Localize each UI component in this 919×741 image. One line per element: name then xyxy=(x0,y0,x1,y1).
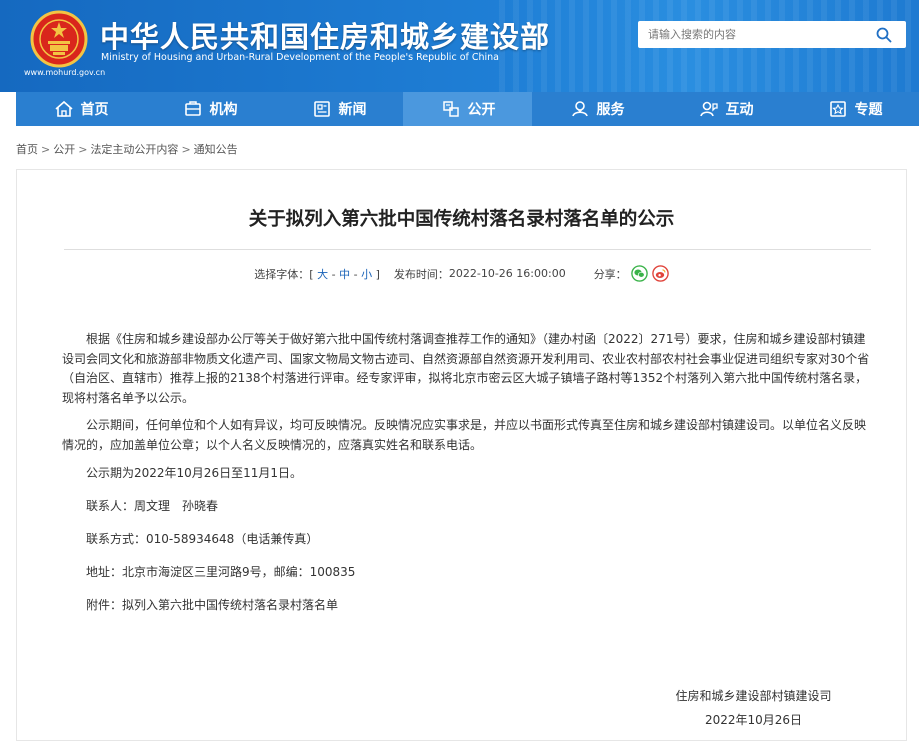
font-dash: - xyxy=(331,267,336,281)
paragraph: 联系方式：010-58934648（电话兼传真） xyxy=(86,531,319,546)
paragraph: 地址：北京市海淀区三里河路9号，邮编：100835 xyxy=(86,565,356,580)
breadcrumb-notices[interactable]: 通知公告 xyxy=(194,143,238,156)
paragraph: 联系人：周文理 孙晓春 xyxy=(86,498,219,513)
share-label: 分享： xyxy=(593,267,627,281)
search-icon xyxy=(876,27,892,42)
font-dash: - xyxy=(353,267,358,281)
nav-item-topics[interactable]: 专题 xyxy=(790,92,919,126)
breadcrumb-statutory[interactable]: 法定主动公开内容 xyxy=(90,143,178,156)
search-button[interactable] xyxy=(862,21,906,48)
main-nav: 首页 机构 新闻 公开 服务 互动 专题 xyxy=(16,92,919,126)
disclosure-icon xyxy=(442,101,459,117)
breadcrumb-disclosure[interactable]: 公开 xyxy=(53,143,75,156)
service-icon xyxy=(571,101,588,117)
site-title: 中华人民共和国住房和城乡建设部 xyxy=(100,20,551,54)
paragraph: 公示期间，任何单位和个人如有异议，均可反映情况。反映情况应实事求是，并应以书面形… xyxy=(62,418,867,452)
site-url[interactable]: www.mohurd.gov.cn xyxy=(24,68,105,77)
nav-label: 互动 xyxy=(725,102,754,118)
nav-item-news[interactable]: 新闻 xyxy=(274,92,403,126)
topics-icon xyxy=(829,101,846,117)
nav-label: 公开 xyxy=(467,102,496,118)
search-box xyxy=(638,21,906,48)
nav-item-organization[interactable]: 机构 xyxy=(145,92,274,126)
signature-org: 住房和城乡建设部村镇建设司 xyxy=(675,689,832,703)
article-content: 根据《住房和城乡建设部办公厅等关于做好第六批中国传统村落调查推荐工作的通知》（建… xyxy=(62,330,872,630)
font-large-link[interactable]: 大 xyxy=(317,268,328,281)
font-size-selector: [ 大 - 中 - 小 ] xyxy=(309,266,380,282)
nav-label: 服务 xyxy=(596,102,625,118)
article-panel: 关于拟列入第六批中国传统村落名录村落名单的公示 选择字体： [ 大 - 中 - … xyxy=(16,169,907,741)
title-divider xyxy=(64,249,871,250)
nav-label: 专题 xyxy=(854,102,883,118)
nav-item-disclosure[interactable]: 公开 xyxy=(403,92,532,126)
signature-date: 2022年10月26日 xyxy=(704,713,803,727)
weibo-icon[interactable] xyxy=(651,265,669,282)
breadcrumb: 首页 > 公开 > 法定主动公开内容 > 通知公告 xyxy=(16,141,238,157)
wechat-icon[interactable] xyxy=(630,265,648,282)
nav-item-interaction[interactable]: 互动 xyxy=(661,92,790,126)
article-meta: 选择字体： [ 大 - 中 - 小 ] 发布时间： 2022-10-26 16:… xyxy=(17,265,906,282)
font-select-label: 选择字体： xyxy=(254,267,310,281)
breadcrumb-separator: > xyxy=(78,143,88,156)
nav-item-home[interactable]: 首页 xyxy=(16,92,145,126)
paragraph: 公示期为2022年10月26日至11月1日。 xyxy=(86,465,302,480)
news-icon xyxy=(313,101,330,117)
nav-item-service[interactable]: 服务 xyxy=(532,92,661,126)
attachment-link[interactable]: 附件：拟列入第六批中国传统村落名录村落名单 xyxy=(62,596,872,616)
breadcrumb-separator: > xyxy=(41,143,51,156)
nav-label: 首页 xyxy=(80,102,109,118)
breadcrumb-home[interactable]: 首页 xyxy=(16,143,38,156)
publish-time: 2022-10-26 16:00:00 xyxy=(448,267,566,280)
organization-icon xyxy=(184,101,201,116)
search-input[interactable] xyxy=(638,21,860,48)
font-small-link[interactable]: 小 xyxy=(361,268,372,281)
home-icon xyxy=(54,100,73,117)
paragraph: 根据《住房和城乡建设部办公厅等关于做好第六批中国传统村落调查推荐工作的通知》（建… xyxy=(62,332,870,405)
publish-label: 发布时间： xyxy=(393,267,449,281)
font-bracket-close: ] xyxy=(375,267,380,281)
nav-label: 机构 xyxy=(209,102,238,118)
site-header: 中华人民共和国住房和城乡建设部 Ministry of Housing and … xyxy=(0,0,919,92)
national-emblem-icon[interactable] xyxy=(30,10,88,68)
breadcrumb-separator: > xyxy=(181,143,191,156)
nav-label: 新闻 xyxy=(338,102,367,118)
article-title: 关于拟列入第六批中国传统村落名录村落名单的公示 xyxy=(248,209,675,230)
interaction-icon xyxy=(699,101,718,117)
font-medium-link[interactable]: 中 xyxy=(339,268,350,281)
font-bracket-open: [ xyxy=(309,267,314,281)
site-subtitle: Ministry of Housing and Urban-Rural Deve… xyxy=(101,52,500,63)
